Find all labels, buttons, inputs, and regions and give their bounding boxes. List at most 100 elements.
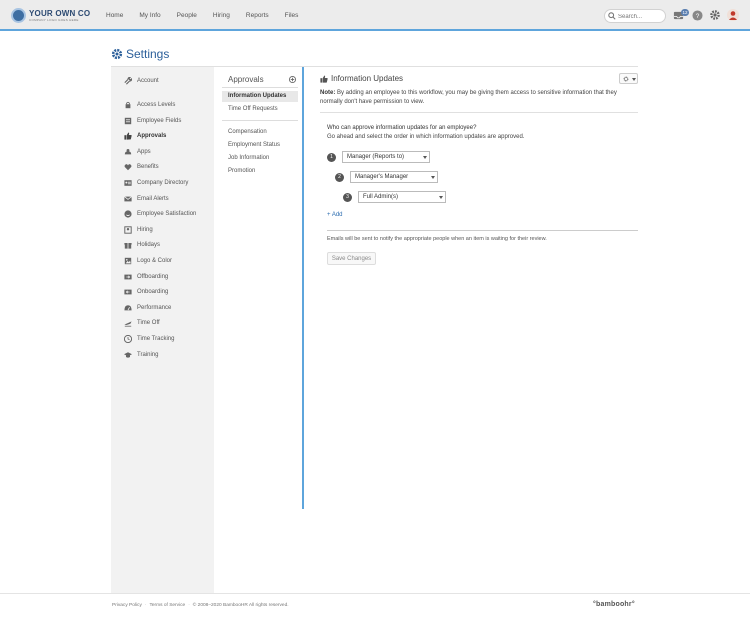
nav-files[interactable]: Files (277, 0, 307, 31)
sidebar-item-time-off[interactable]: Time Off (124, 319, 160, 327)
sidebar-item-company-directory[interactable]: Company Directory (124, 179, 188, 187)
email-notice: Emails will be sent to notify the approp… (327, 236, 547, 242)
footer-divider (0, 593, 750, 594)
sidebar-item-onboarding[interactable]: Onboarding (124, 288, 168, 296)
approval-promotion[interactable]: Promotion (222, 166, 298, 177)
sidebar-item-label: Company Directory (137, 180, 189, 186)
palette-icon (124, 257, 132, 265)
inbox-badge: 12 (681, 9, 689, 16)
plane-icon (124, 321, 132, 327)
settings-gear-icon[interactable] (709, 9, 721, 21)
sidebar-item-logo-color[interactable]: Logo & Color (124, 257, 172, 265)
sidebar-item-benefits[interactable]: Benefits (124, 163, 159, 171)
note-label: Note: (320, 90, 336, 96)
sidebar-item-account[interactable]: Account (124, 77, 159, 85)
approvals-divider (222, 87, 298, 88)
company-logo[interactable]: YOUR OWN CO COMPANY LOGO GOES HERE (11, 8, 90, 23)
thumbs-up-icon (124, 132, 132, 140)
sidebar-item-label: Email Alerts (137, 196, 169, 202)
sidebar-item-email-alerts[interactable]: Email Alerts (124, 195, 169, 203)
nav-my-info[interactable]: My Info (131, 0, 168, 31)
sidebar-item-label: Benefits (137, 164, 159, 170)
page-title-text: Settings (126, 47, 170, 61)
logo-mark-icon (11, 8, 26, 23)
directory-icon (124, 180, 132, 186)
gear-icon (623, 76, 629, 82)
step-approver-select[interactable]: Full Admin(s) (358, 191, 446, 203)
nav-people[interactable]: People (169, 0, 205, 31)
section-options-dropdown[interactable] (619, 73, 638, 84)
clock-icon (124, 335, 132, 343)
approver-hint: Go ahead and select the order in which i… (327, 134, 525, 140)
sidebar-item-label: Holidays (137, 242, 161, 248)
sidebar-item-offboarding[interactable]: Offboarding (124, 273, 168, 281)
logo-sub-text: COMPANY LOGO GOES HERE (29, 17, 79, 22)
sidebar-item-employee-satisfaction[interactable]: Employee Satisfaction (124, 210, 196, 218)
sidebar-item-hiring[interactable]: Hiring (124, 226, 153, 234)
step-number: 1 (327, 152, 336, 162)
settings-sidebar: Account Access Levels Employee Fields Appro… (111, 67, 214, 593)
chevron-down-icon (423, 156, 427, 159)
nav-hiring[interactable]: Hiring (205, 0, 238, 31)
offboarding-icon (124, 274, 132, 280)
sidebar-item-access-levels[interactable]: Access Levels (124, 101, 175, 109)
approval-employment-status[interactable]: Employment Status (222, 140, 298, 151)
step-approver-select[interactable]: Manager's Manager (350, 171, 438, 183)
search-input[interactable] (618, 12, 663, 21)
sidebar-item-performance[interactable]: Performance (124, 304, 171, 312)
help-icon[interactable]: ? (692, 10, 703, 21)
main-nav: Home My Info People Hiring Reports Files (98, 0, 306, 31)
sidebar-item-label: Offboarding (137, 274, 169, 280)
approval-step-1: 1 Manager (Reports to) (327, 151, 430, 163)
step-number: 3 (343, 192, 352, 202)
sidebar-item-approvals[interactable]: Approvals (124, 132, 166, 140)
approver-question: Who can approve information updates for … (327, 125, 477, 131)
copyright-text: © 2008–2020 BambooHR All rights reserved… (192, 603, 289, 608)
note-divider (320, 112, 638, 113)
sidebar-item-label: Hiring (137, 227, 153, 233)
sidebar-item-holidays[interactable]: Holidays (124, 241, 160, 249)
nav-reports[interactable]: Reports (238, 0, 277, 31)
sidebar-item-training[interactable]: Training (124, 351, 158, 359)
approvals-nav: Approvals Information Updates Time Off R… (222, 67, 304, 509)
envelope-icon (124, 196, 132, 202)
apps-icon (124, 148, 132, 155)
gauge-icon (124, 305, 132, 311)
terms-of-service-link[interactable]: Terms of Service (149, 603, 185, 608)
sidebar-item-label: Employee Satisfaction (137, 211, 197, 217)
sidebar-item-label: Training (137, 352, 159, 358)
heart-icon (124, 164, 132, 171)
sidebar-item-label: Performance (137, 305, 172, 311)
sidebar-item-label: Account (137, 78, 159, 84)
privacy-policy-link[interactable]: Privacy Policy (112, 603, 142, 608)
top-bar: YOUR OWN CO COMPANY LOGO GOES HERE Home … (0, 0, 750, 31)
step-number: 2 (335, 172, 344, 182)
footer: Privacy Policy · Terms of Service · © 20… (112, 603, 289, 608)
sidebar-item-apps[interactable]: Apps (124, 148, 151, 156)
approval-information-updates[interactable]: Information Updates (222, 91, 298, 102)
approval-job-information[interactable]: Job Information (222, 153, 298, 164)
lock-icon (125, 101, 131, 109)
sidebar-item-label: Onboarding (137, 289, 169, 295)
section-title: Information Updates (320, 74, 403, 83)
chevron-down-icon (439, 196, 443, 199)
step-approver-value: Manager's Manager (355, 174, 409, 180)
bamboohr-logo[interactable]: °bamboohr° (593, 601, 635, 608)
approval-time-off-requests[interactable]: Time Off Requests (222, 104, 298, 115)
nav-home[interactable]: Home (98, 0, 131, 31)
approval-step-3: 3 Full Admin(s) (343, 191, 446, 203)
approval-compensation[interactable]: Compensation (222, 127, 298, 138)
onboarding-icon (124, 289, 132, 295)
chevron-down-icon (632, 78, 636, 81)
add-approver-link[interactable]: + Add (327, 212, 343, 218)
sidebar-item-time-tracking[interactable]: Time Tracking (124, 335, 174, 343)
add-approval-icon[interactable] (289, 76, 296, 83)
svg-text:?: ? (696, 13, 700, 20)
step-approver-select[interactable]: Manager (Reports to) (342, 151, 430, 163)
hiring-icon (124, 226, 132, 234)
approvals-heading: Approvals (228, 75, 264, 84)
save-changes-button[interactable]: Save Changes (327, 252, 376, 265)
sidebar-item-employee-fields[interactable]: Employee Fields (124, 117, 181, 125)
search-box[interactable] (604, 9, 666, 23)
user-avatar-icon[interactable] (727, 9, 739, 21)
